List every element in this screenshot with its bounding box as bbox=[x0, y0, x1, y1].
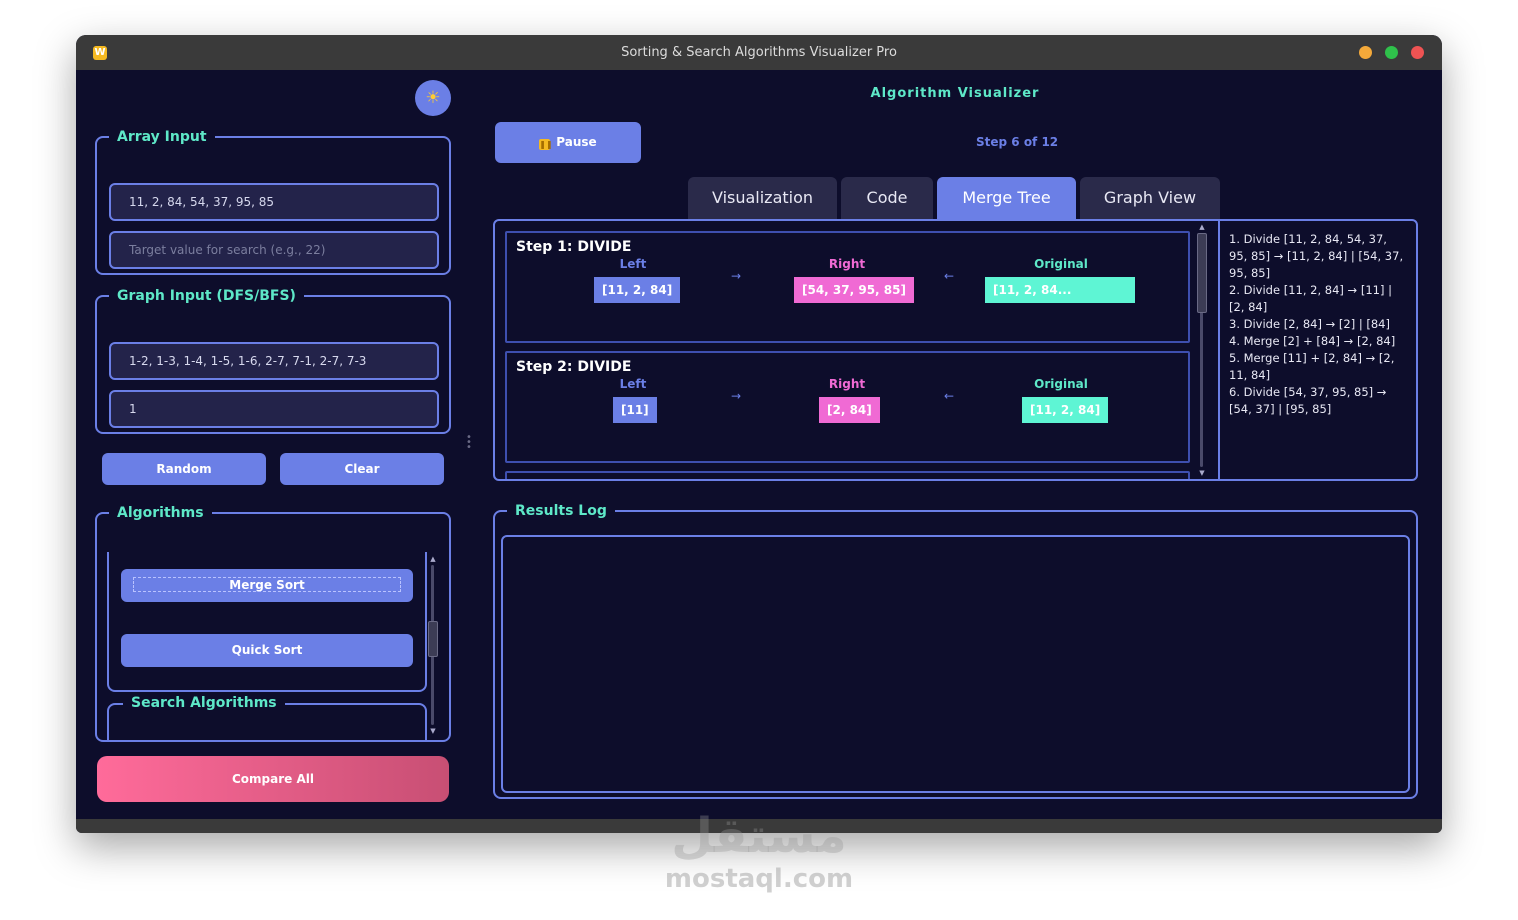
target-value-field[interactable]: Target value for search (e.g., 22) bbox=[109, 231, 439, 269]
merge-steps-description: 1. Divide [11, 2, 84, 54, 37, 95, 85] → … bbox=[1218, 221, 1416, 479]
app-window: W Sorting & Search Algorithms Visualizer… bbox=[76, 35, 1442, 833]
watermark-logo-latin: mostaql.com bbox=[664, 864, 854, 894]
right-array-chip: [2, 84] bbox=[819, 397, 880, 423]
merge-step: Step 1: DIVIDE Left Right Original → ← [… bbox=[505, 231, 1190, 343]
original-array-chip: [11, 2, 84... bbox=[985, 277, 1135, 303]
results-log-group: Results Log bbox=[493, 503, 1418, 799]
description-line: 1. Divide [11, 2, 84, 54, 37, 95, 85] → … bbox=[1229, 232, 1404, 280]
array-input-group: Array Input 11, 2, 84, 54, 37, 95, 85 Ta… bbox=[95, 129, 451, 275]
compare-all-button[interactable]: Compare All bbox=[97, 756, 449, 802]
merge-step bbox=[505, 471, 1190, 479]
description-line: 3. Divide [2, 84] → [2] | [84] bbox=[1229, 317, 1390, 331]
sun-icon: ☀ bbox=[425, 88, 441, 108]
search-algorithms-legend: Search Algorithms bbox=[123, 694, 285, 712]
random-button[interactable]: Random bbox=[102, 453, 266, 485]
results-log-legend: Results Log bbox=[515, 503, 607, 519]
merge-step: Step 2: DIVIDE Left Right Original → ← [… bbox=[505, 351, 1190, 463]
splitter-handle[interactable]: • • • bbox=[466, 433, 472, 453]
tab-graph-view[interactable]: Graph View bbox=[1080, 177, 1220, 219]
description-line: 6. Divide [54, 37, 95, 85] → [54, 37] | … bbox=[1229, 385, 1387, 416]
focus-ring bbox=[133, 577, 401, 592]
merge-tree-steps[interactable]: Step 1: DIVIDE Left Right Original → ← [… bbox=[495, 221, 1215, 479]
watermark-logo-arabic: مستقل bbox=[671, 808, 847, 864]
tab-visualization[interactable]: Visualization bbox=[688, 177, 837, 219]
left-arrow-icon: ← bbox=[944, 389, 955, 403]
right-arrow-icon: → bbox=[731, 389, 742, 403]
scroll-up-arrow-icon[interactable]: ▲ bbox=[1197, 223, 1207, 231]
theme-toggle-button[interactable]: ☀ bbox=[415, 80, 451, 116]
right-array-chip: [54, 37, 95, 85] bbox=[794, 277, 914, 303]
left-label: Left bbox=[619, 257, 647, 271]
algorithms-group: Algorithms Merge Sort Quick Sort Search … bbox=[95, 505, 451, 742]
left-arrow-icon: ← bbox=[944, 269, 955, 283]
original-array-chip: [11, 2, 84] bbox=[1022, 397, 1109, 423]
maximize-button[interactable] bbox=[1385, 46, 1398, 59]
step-title: Step 2: DIVIDE bbox=[516, 359, 632, 375]
step-counter: Step 6 of 12 bbox=[976, 135, 1059, 149]
description-line: 2. Divide [11, 2, 84] → [11] | [2, 84] bbox=[1229, 283, 1392, 314]
graph-input-group: Graph Input (DFS/BFS) 1-2, 1-3, 1-4, 1-5… bbox=[95, 288, 451, 434]
right-label: Right bbox=[828, 377, 866, 391]
tab-code[interactable]: Code bbox=[841, 177, 933, 219]
title-bar: W Sorting & Search Algorithms Visualizer… bbox=[76, 35, 1442, 70]
right-label: Right bbox=[828, 257, 866, 271]
pause-label: Pause bbox=[556, 135, 597, 149]
close-button[interactable] bbox=[1411, 46, 1424, 59]
merge-sort-button[interactable]: Merge Sort bbox=[121, 569, 413, 602]
description-line: 5. Merge [11] + [2, 84] → [2, 11, 84] bbox=[1229, 351, 1395, 382]
left-array-chip: [11, 2, 84] bbox=[594, 277, 681, 303]
scroll-down-arrow-icon[interactable]: ▼ bbox=[1197, 469, 1207, 477]
left-array-chip: [11] bbox=[613, 397, 657, 423]
quick-sort-button[interactable]: Quick Sort bbox=[121, 634, 413, 667]
scroll-down-arrow-icon[interactable]: ▼ bbox=[428, 727, 438, 735]
original-label: Original bbox=[1034, 377, 1088, 391]
watermark: مستقل mostaql.com bbox=[0, 808, 1518, 894]
tab-merge-tree[interactable]: Merge Tree bbox=[937, 177, 1076, 219]
results-log-area[interactable] bbox=[501, 535, 1410, 793]
pause-icon: ❚❚ bbox=[539, 139, 553, 150]
graph-edges-field[interactable]: 1-2, 1-3, 1-4, 1-5, 1-6, 2-7, 7-1, 2-7, … bbox=[109, 342, 439, 380]
algorithm-list[interactable]: Merge Sort Quick Sort bbox=[107, 552, 427, 692]
original-label: Original bbox=[1034, 257, 1088, 271]
window-title: Sorting & Search Algorithms Visualizer P… bbox=[621, 45, 897, 60]
merge-tree-scrollbar[interactable]: ▲ ▼ bbox=[1197, 223, 1207, 477]
array-input-field[interactable]: 11, 2, 84, 54, 37, 95, 85 bbox=[109, 183, 439, 221]
scroll-thumb[interactable] bbox=[428, 621, 438, 657]
minimize-button[interactable] bbox=[1359, 46, 1372, 59]
search-algorithms-group: Search Algorithms bbox=[107, 694, 427, 740]
scroll-up-arrow-icon[interactable]: ▲ bbox=[428, 555, 438, 563]
step-title: Step 1: DIVIDE bbox=[516, 239, 632, 255]
description-line: 4. Merge [2] + [84] → [2, 84] bbox=[1229, 334, 1396, 348]
right-arrow-icon: → bbox=[731, 269, 742, 283]
clear-button[interactable]: Clear bbox=[280, 453, 444, 485]
visualizer-title: Algorithm Visualizer bbox=[870, 86, 1040, 101]
graph-input-legend: Graph Input (DFS/BFS) bbox=[117, 288, 296, 304]
algorithms-legend: Algorithms bbox=[117, 505, 204, 521]
scroll-thumb[interactable] bbox=[1197, 233, 1207, 313]
merge-tree-panel: Step 1: DIVIDE Left Right Original → ← [… bbox=[493, 219, 1418, 481]
graph-start-field[interactable]: 1 bbox=[109, 390, 439, 428]
pause-button[interactable]: ❚❚ Pause bbox=[495, 122, 641, 163]
array-input-legend: Array Input bbox=[117, 129, 207, 145]
left-label: Left bbox=[619, 377, 647, 391]
algorithms-scrollbar[interactable]: ▲ ▼ bbox=[428, 555, 438, 735]
